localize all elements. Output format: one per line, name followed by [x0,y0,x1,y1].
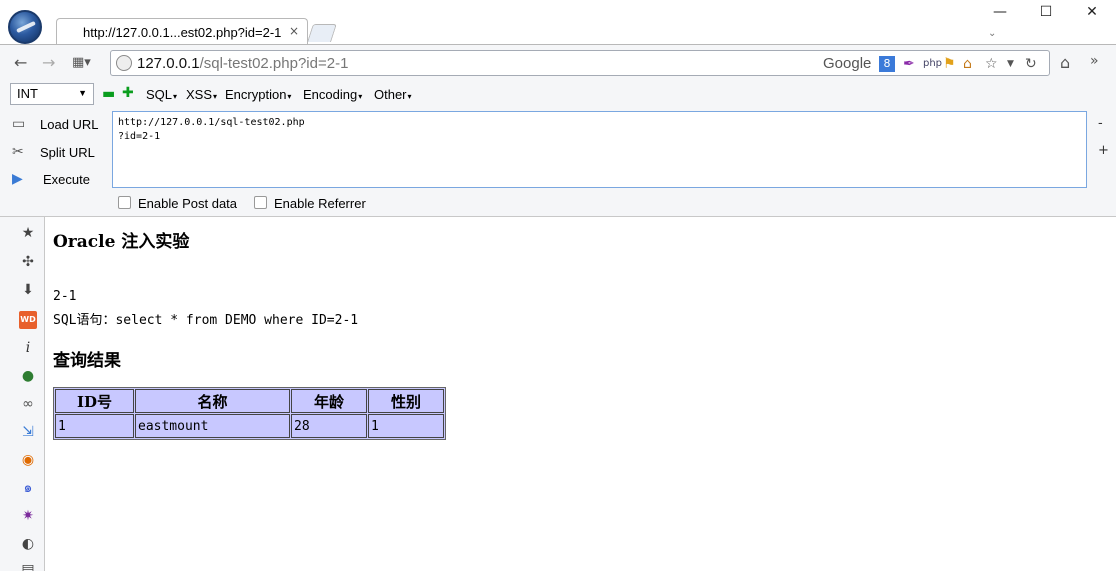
info-icon[interactable]: i [19,339,37,357]
php-icon[interactable]: php [923,58,942,69]
cell-gender: 1 [368,414,444,438]
dropdown-icon[interactable]: ▼ [1007,59,1014,69]
table-row: 1 eastmount 28 1 [55,414,444,438]
url-textarea[interactable]: http://127.0.0.1/sql-test02.php ?id=2-1 [112,111,1087,188]
play-icon: ▶ [12,171,23,187]
expand-button[interactable]: + [1098,143,1109,158]
type-select[interactable]: INT ▼ [10,83,94,105]
maximize-button[interactable]: ☐ [1026,4,1066,26]
fire-icon[interactable]: ◉ [19,451,37,469]
input-value: 2-1 [53,289,77,304]
decrease-icon[interactable]: ▬ [102,86,115,102]
execute-button[interactable]: ▶ Execute [12,170,102,190]
referrer-checkbox[interactable] [254,196,267,209]
left-sidebar: ★ ✣ ⬇ WD i ● ∞ ⇲ ◉ ๑ ✷ ◐ ▤ [0,217,45,571]
split-url-label: Split URL [40,145,95,160]
url-text[interactable]: 127.0.0.1/sql-test02.php?id=2-1 [137,55,348,72]
more-tools-icon[interactable]: ▤ [19,561,37,571]
browser-tab[interactable]: http://127.0.0.1...est02.php?id=2-1 × [56,18,308,45]
menu-other[interactable]: Other▾ [374,87,412,102]
table-header-row: ID号 名称 年龄 性别 [55,389,444,413]
sql-statement: SQL语句：select * from DEMO where ID=2-1 [53,313,359,328]
home-ext-icon[interactable]: ⌂ [963,56,972,72]
execute-label: Execute [43,172,90,187]
header-gender: 性别 [368,389,444,413]
cell-name: eastmount [135,414,290,438]
navigation-bar: ← → ▦▾ 127.0.0.1/sql-test02.php?id=2-1 G… [0,44,1116,80]
address-bar[interactable]: 127.0.0.1/sql-test02.php?id=2-1 Google 8… [110,50,1050,76]
grid-menu-icon[interactable]: ▦▾ [72,55,91,70]
browser-logo-icon[interactable] [8,10,42,44]
glasses-icon[interactable]: ∞ [19,395,37,413]
split-url-button[interactable]: ✂ Split URL [12,143,102,163]
search-engine-label[interactable]: Google [823,55,871,72]
google-search-icon[interactable]: 8 [879,56,895,72]
reload-icon[interactable]: ↻ [1025,56,1037,72]
cursor-icon[interactable]: ⇲ [19,423,37,441]
menu-xss[interactable]: XSS▾ [186,87,217,102]
web-developer-icon[interactable]: WD [19,311,37,329]
load-url-icon: ▭ [12,116,26,132]
forward-icon[interactable]: → [42,53,55,72]
cell-age: 28 [291,414,367,438]
tabs-dropdown-icon[interactable]: ⌄ [988,28,996,39]
result-table: ID号 名称 年龄 性别 1 eastmount 28 1 [53,387,446,440]
header-id: ID号 [55,389,134,413]
type-select-value: INT [17,86,38,101]
green-circle-icon[interactable]: ● [19,367,37,385]
overflow-icon[interactable]: » [1090,53,1099,69]
hackbar-toolbar: INT ▼ ▬ ✚ SQL▾ XSS▾ Encryption▾ Encoding… [0,80,1116,217]
menu-sql[interactable]: SQL▾ [146,87,177,102]
load-url-button[interactable]: ▭ Load URL [12,115,102,135]
page-content: Oracle 注入实验 2-1 SQL语句：select * from DEMO… [46,217,1116,571]
cell-id: 1 [55,414,134,438]
new-tab-button[interactable] [307,24,337,42]
result-heading: 查询结果 [53,351,121,371]
tab-title: http://127.0.0.1...est02.php?id=2-1 [83,25,282,40]
post-data-label: Enable Post data [138,196,238,211]
swirl-icon[interactable]: ๑ [19,479,37,497]
close-window-button[interactable]: ✕ [1072,4,1112,26]
menu-encoding[interactable]: Encoding▾ [303,87,362,102]
post-data-checkbox[interactable] [118,196,131,209]
back-icon[interactable]: ← [14,53,27,72]
menu-encryption[interactable]: Encryption▾ [225,87,291,102]
shrink-button[interactable]: - [1098,116,1103,131]
download-icon[interactable]: ⬇ [19,281,37,299]
star-icon[interactable]: ★ [19,224,37,242]
home-icon[interactable]: ⌂ [1060,53,1070,72]
puzzle-icon[interactable]: ✣ [19,253,37,271]
globe-icon [116,55,132,71]
increase-icon[interactable]: ✚ [122,85,134,101]
minimize-button[interactable]: — [980,4,1020,26]
referrer-label: Enable Referrer [274,196,366,211]
bookmark-star-icon[interactable]: ☆ [985,56,998,72]
header-name: 名称 [135,389,290,413]
bug-icon[interactable]: ✷ [19,507,37,525]
tab-close-icon[interactable]: × [289,24,299,38]
page-title: Oracle 注入实验 [53,232,190,252]
feather-icon[interactable]: ✒ [903,56,915,72]
windows-flag-icon[interactable]: ⚑ [943,56,956,72]
select-arrow-icon: ▼ [78,88,87,98]
header-age: 年龄 [291,389,367,413]
load-url-label: Load URL [40,117,99,132]
title-bar: http://127.0.0.1...est02.php?id=2-1 × ⌄ … [0,0,1116,45]
palette-icon[interactable]: ◐ [19,535,37,553]
scissors-icon: ✂ [12,144,24,160]
